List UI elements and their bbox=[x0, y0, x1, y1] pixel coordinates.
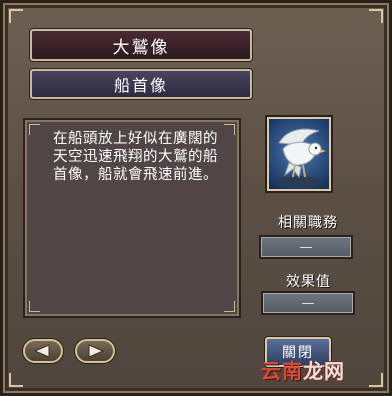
prev-button[interactable] bbox=[23, 339, 63, 363]
item-description: 在船頭放上好似在廣闊的天空迅速飛翔的大鷲的船首像，船就會飛速前進。 bbox=[53, 131, 218, 183]
effect-value-field: — bbox=[261, 291, 355, 315]
frame-corner-ornament bbox=[9, 9, 23, 23]
watermark-part2: 龙网 bbox=[303, 359, 345, 383]
next-button[interactable] bbox=[75, 339, 115, 363]
related-job-label: 相關職務 bbox=[278, 215, 338, 231]
eagle-figurehead-icon bbox=[267, 117, 331, 191]
arrow-right-icon bbox=[88, 344, 105, 358]
effect-value-label: 效果值 bbox=[286, 274, 331, 290]
panel-corner-ornament bbox=[224, 301, 235, 312]
eagle-figurehead-icon-graphic bbox=[277, 128, 326, 186]
description-panel: 在船頭放上好似在廣闊的天空迅速飛翔的大鷲的船首像，船就會飛速前進。 bbox=[23, 118, 241, 318]
panel-corner-ornament bbox=[224, 124, 235, 135]
arrow-left-icon bbox=[33, 344, 50, 358]
frame-corner-ornament bbox=[369, 9, 383, 23]
frame-corner-ornament bbox=[369, 373, 383, 387]
site-watermark: 云南龙网 bbox=[261, 355, 345, 384]
watermark-part1: 云南 bbox=[261, 359, 303, 383]
item-info-window: 大鷲像 船首像 在船頭放上好似在廣闊的天空迅速飛翔的大鷲的船首像，船就會飛速前進… bbox=[0, 0, 392, 396]
panel-corner-ornament bbox=[29, 301, 40, 312]
panel-corner-ornament bbox=[29, 124, 40, 135]
window-title: 大鷲像 bbox=[30, 29, 252, 61]
related-job-value: — bbox=[259, 235, 353, 259]
item-name-bar: 船首像 bbox=[30, 69, 252, 99]
frame-corner-ornament bbox=[9, 373, 23, 387]
